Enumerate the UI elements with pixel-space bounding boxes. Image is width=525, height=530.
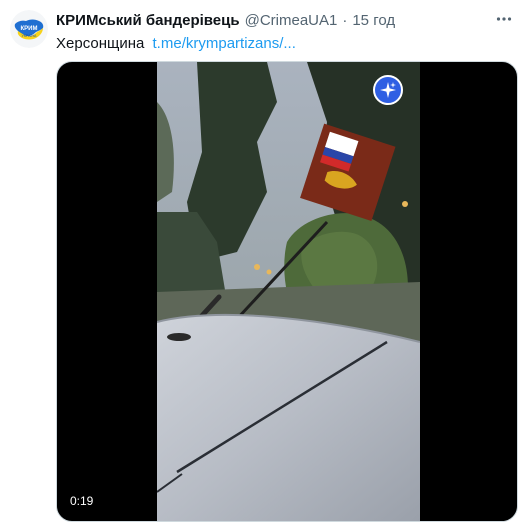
author-name[interactable]: КРИМський бандерівець [56,12,240,29]
video-player[interactable]: 0:19 [56,61,518,522]
tweet-link[interactable]: t.me/krympartizans/... [153,35,296,52]
video-still [157,62,420,521]
svg-text:УКРАЇНА: УКРАЇНА [22,34,38,38]
tweet-body-text: Херсонщина [56,35,145,52]
author-handle[interactable]: @CrimeaUA1 [245,12,338,29]
tweet-card[interactable]: КРИМ УКРАЇНА КРИМський бандерівець @Crim… [0,0,525,530]
more-icon [496,17,512,21]
more-options-button[interactable] [493,8,515,30]
tweet-header: КРИМський бандерівець @CrimeaUA1 · 15 го… [56,12,395,29]
video-frame[interactable] [157,62,420,521]
avatar[interactable]: КРИМ УКРАЇНА [10,10,48,48]
crimea-map-icon: КРИМ УКРАЇНА [10,10,48,48]
sparkle-badge[interactable] [373,75,403,105]
sparkle-icon [380,82,396,98]
tweet-timestamp[interactable]: 15 год [352,12,395,29]
video-duration: 0:19 [65,493,99,509]
separator-dot: · [342,12,348,29]
tweet-text: Херсонщина t.me/krympartizans/... [56,35,296,52]
svg-text:КРИМ: КРИМ [21,26,38,32]
